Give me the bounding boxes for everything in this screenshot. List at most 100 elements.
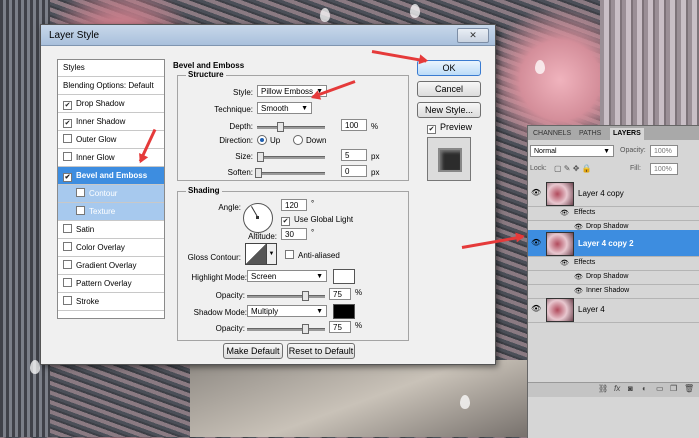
checkmark-icon[interactable]: ✔	[63, 173, 72, 182]
highlight-opacity-slider[interactable]	[247, 291, 325, 301]
structure-label: Structure	[186, 70, 226, 79]
tab-paths[interactable]: PATHS	[576, 128, 604, 140]
style-item-texture[interactable]: Texture	[58, 203, 164, 221]
style-item-drop-shadow[interactable]: ✔ Drop Shadow	[58, 95, 164, 113]
effects-row[interactable]: 👁 Effects	[528, 257, 699, 271]
angle-input[interactable]: 120	[281, 199, 307, 211]
checkmark-icon[interactable]: ✔	[63, 119, 72, 128]
global-light-checkbox[interactable]: ✔ Use Global Light	[281, 215, 353, 226]
opacity-input[interactable]: 100%	[650, 145, 678, 157]
highlight-mode-value: Screen	[251, 272, 277, 281]
layer-name[interactable]: Layer 4 copy	[578, 189, 624, 198]
size-slider[interactable]	[257, 152, 325, 162]
technique-label: Technique:	[214, 105, 253, 114]
style-item-stroke[interactable]: Stroke	[58, 293, 164, 311]
style-item-inner-shadow[interactable]: ✔ Inner Shadow	[58, 113, 164, 131]
mask-icon[interactable]: ◙	[628, 384, 633, 393]
eye-icon[interactable]: 👁	[531, 188, 541, 197]
fill-input[interactable]: 100%	[650, 163, 678, 175]
fx-icon[interactable]: fx	[614, 384, 620, 393]
depth-input[interactable]: 100	[341, 119, 367, 131]
size-unit: px	[371, 152, 380, 161]
checkbox-icon[interactable]	[63, 296, 72, 305]
chevron-down-icon[interactable]: ▼	[266, 243, 277, 265]
checkbox-icon[interactable]	[63, 278, 72, 287]
shadow-opacity-input[interactable]: 75	[329, 321, 351, 333]
depth-slider-thumb[interactable]	[277, 122, 284, 132]
trash-icon[interactable]: 🗑	[684, 384, 694, 393]
layer-name[interactable]: Layer 4	[578, 305, 605, 314]
layer-row[interactable]: 👁 Layer 4	[528, 296, 699, 323]
new-style-button[interactable]: New Style...	[417, 102, 481, 118]
highlight-color-swatch[interactable]	[333, 269, 355, 284]
style-item-color-overlay[interactable]: Color Overlay	[58, 239, 164, 257]
style-item-blending-options-default[interactable]: Blending Options: Default	[58, 77, 164, 95]
depth-slider[interactable]	[257, 122, 325, 132]
eye-icon[interactable]: 👁	[531, 238, 541, 247]
eye-icon[interactable]: 👁	[574, 287, 583, 295]
shadow-opacity-thumb[interactable]	[302, 324, 309, 334]
gloss-contour-preview[interactable]	[245, 243, 267, 265]
adjustment-icon[interactable]: ◐	[642, 384, 647, 393]
checkbox-icon[interactable]	[76, 206, 85, 215]
panel-footer: ⛓ fx ◙ ◐ ▭ ❐ 🗑	[528, 382, 699, 397]
checkbox-icon[interactable]	[63, 134, 72, 143]
eye-icon[interactable]: 👁	[560, 259, 569, 267]
effects-row[interactable]: 👁 Effects	[528, 207, 699, 221]
eye-icon[interactable]: 👁	[574, 273, 583, 281]
layer-name[interactable]: Layer 4 copy 2	[578, 239, 634, 248]
tab-channels[interactable]: CHANNELS	[530, 128, 574, 140]
link-icon[interactable]: ⛓	[598, 384, 608, 393]
highlight-opacity-input[interactable]: 75	[329, 288, 351, 300]
checkbox-icon[interactable]	[63, 152, 72, 161]
angle-dial-center	[256, 216, 259, 219]
layer-row[interactable]: 👁 Layer 4 copy	[528, 180, 699, 207]
checkbox-icon[interactable]	[63, 242, 72, 251]
size-slider-thumb[interactable]	[257, 152, 264, 162]
blend-mode-select[interactable]: Normal ▼	[530, 145, 614, 157]
folder-icon[interactable]: ▭	[656, 384, 664, 393]
shadow-mode-value: Multiply	[251, 307, 279, 316]
eye-icon[interactable]: 👁	[560, 209, 569, 217]
cancel-button[interactable]: Cancel	[417, 81, 481, 97]
soften-slider[interactable]	[255, 168, 325, 178]
style-item-contour[interactable]: Contour	[58, 185, 164, 203]
layer-row-selected[interactable]: 👁 Layer 4 copy 2	[528, 230, 699, 257]
reset-to-default-button[interactable]: Reset to Default	[287, 343, 355, 359]
highlight-opacity-unit: %	[355, 288, 363, 297]
tab-layers[interactable]: LAYERS	[610, 128, 644, 140]
shadow-opacity-slider[interactable]	[247, 324, 325, 334]
shadow-mode-select[interactable]: Multiply ▼	[247, 305, 327, 317]
close-button[interactable]: ✕	[457, 28, 489, 43]
radio-selected-icon	[257, 135, 267, 145]
style-item-bevel-and-emboss[interactable]: ✔ Bevel and Emboss	[58, 167, 164, 185]
eye-icon[interactable]: 👁	[531, 304, 541, 313]
new-layer-icon[interactable]: ❐	[670, 384, 677, 393]
preview-checkbox[interactable]: ✔ Preview	[427, 122, 472, 134]
direction-down-radio[interactable]: Down	[293, 135, 326, 145]
shadow-color-swatch[interactable]	[333, 304, 355, 319]
size-input[interactable]: 5	[341, 149, 367, 161]
lock-icons[interactable]: ▢ ✎ ✥ 🔒	[554, 164, 592, 173]
style-item-gradient-overlay[interactable]: Gradient Overlay	[58, 257, 164, 275]
highlight-mode-select[interactable]: Screen ▼	[247, 270, 327, 282]
style-item-satin[interactable]: Satin	[58, 221, 164, 239]
soften-input[interactable]: 0	[341, 165, 367, 177]
checkbox-icon[interactable]	[63, 224, 72, 233]
style-item-inner-glow[interactable]: Inner Glow	[58, 149, 164, 167]
styles-header[interactable]: Styles	[58, 60, 164, 77]
checkbox-icon[interactable]	[63, 260, 72, 269]
altitude-input[interactable]: 30	[281, 228, 307, 240]
highlight-opacity-thumb[interactable]	[302, 291, 309, 301]
anti-aliased-checkbox[interactable]: Anti-aliased	[285, 250, 340, 260]
dialog-titlebar[interactable]: Layer Style ✕	[41, 25, 495, 46]
technique-select[interactable]: Smooth ▼	[257, 102, 312, 114]
checkmark-icon[interactable]: ✔	[63, 101, 72, 110]
make-default-button[interactable]: Make Default	[223, 343, 283, 359]
direction-up-radio[interactable]: Up	[257, 135, 280, 145]
angle-dial[interactable]	[243, 203, 273, 233]
style-item-pattern-overlay[interactable]: Pattern Overlay	[58, 275, 164, 293]
effect-row[interactable]: 👁 Drop Shadow	[528, 271, 699, 285]
soften-slider-thumb[interactable]	[255, 168, 262, 178]
checkbox-icon[interactable]	[76, 188, 85, 197]
